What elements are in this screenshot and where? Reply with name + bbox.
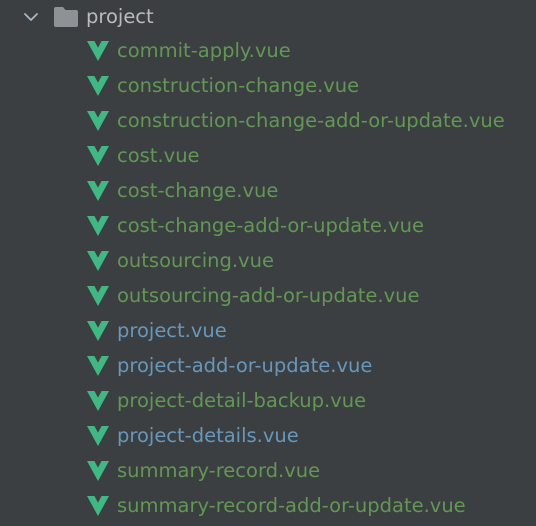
vue-icon [87,496,109,516]
vue-icon [87,321,109,341]
file-label: commit-apply.vue [117,39,291,62]
file-label: summary-record.vue [117,459,321,482]
file-row[interactable]: project-detail-backup.vue [0,385,536,420]
file-row[interactable]: cost-change.vue [0,175,536,210]
file-row[interactable]: summary-record-add-or-update.vue [0,490,536,525]
vue-icon [87,426,109,446]
file-label: cost-change.vue [117,179,279,202]
file-row[interactable]: project-details.vue [0,420,536,455]
file-row[interactable]: summary-record.vue [0,455,536,490]
vue-icon [87,251,109,271]
vue-icon [87,286,109,306]
vue-icon [87,356,109,376]
vue-icon [87,216,109,236]
file-row[interactable]: outsourcing-add-or-update.vue [0,280,536,315]
file-row[interactable]: cost-change-add-or-update.vue [0,210,536,245]
vue-icon [87,461,109,481]
file-label: outsourcing-add-or-update.vue [117,284,420,307]
file-label: outsourcing.vue [117,249,274,272]
chevron-down-icon[interactable] [22,8,40,26]
file-label: construction-change.vue [117,74,360,97]
folder-icon [54,7,78,27]
file-row[interactable]: commit-apply.vue [0,35,536,70]
vue-icon [87,391,109,411]
file-label: project-details.vue [117,424,299,447]
file-label: summary-record-add-or-update.vue [117,494,466,517]
folder-label: project [86,5,154,28]
vue-icon [87,111,109,131]
file-row[interactable]: cost.vue [0,140,536,175]
file-row[interactable]: project-add-or-update.vue [0,350,536,385]
file-row[interactable]: construction-change.vue [0,70,536,105]
file-row[interactable]: outsourcing.vue [0,245,536,280]
file-list: commit-apply.vue construction-change.vue… [0,35,536,525]
file-label: cost-change-add-or-update.vue [117,214,424,237]
vue-icon [87,146,109,166]
project-tree: project commit-apply.vue construction-ch… [0,0,536,526]
vue-icon [87,181,109,201]
file-label: construction-change-add-or-update.vue [117,109,505,132]
file-label: project-add-or-update.vue [117,354,373,377]
file-label: project.vue [117,319,227,342]
folder-row-project[interactable]: project [0,0,536,33]
file-row[interactable]: project.vue [0,315,536,350]
file-label: project-detail-backup.vue [117,389,367,412]
file-row[interactable]: construction-change-add-or-update.vue [0,105,536,140]
vue-icon [87,76,109,96]
file-label: cost.vue [117,144,200,167]
vue-icon [87,41,109,61]
